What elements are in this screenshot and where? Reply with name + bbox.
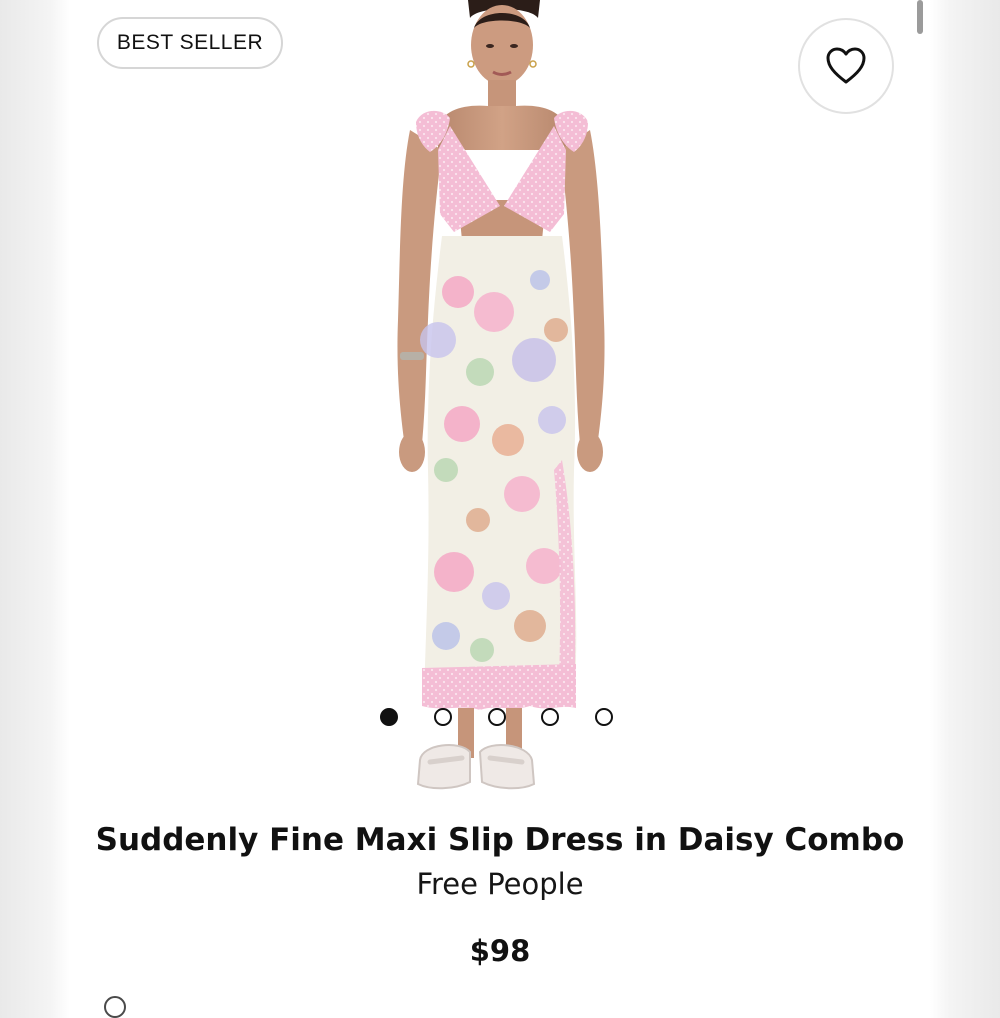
product-image[interactable] [330, 0, 670, 805]
carousel-dot-4[interactable] [541, 708, 559, 726]
product-brand[interactable]: Free People [70, 865, 930, 903]
carousel-dot-2[interactable] [434, 708, 452, 726]
heart-outline-icon [826, 47, 866, 84]
favorite-button[interactable] [798, 18, 894, 114]
partially-visible-icon [104, 996, 126, 1018]
product-title[interactable]: Suddenly Fine Maxi Slip Dress in Daisy C… [70, 820, 930, 860]
carousel-dot-5[interactable] [595, 708, 613, 726]
best-seller-badge: BEST SELLER [97, 17, 283, 69]
carousel-dot-3[interactable] [488, 708, 506, 726]
image-carousel-indicators [380, 708, 616, 726]
scrollbar[interactable] [917, 0, 923, 34]
carousel-dot-1[interactable] [380, 708, 398, 726]
product-price: $98 [469, 934, 531, 968]
best-seller-badge-label: BEST SELLER [116, 31, 264, 54]
